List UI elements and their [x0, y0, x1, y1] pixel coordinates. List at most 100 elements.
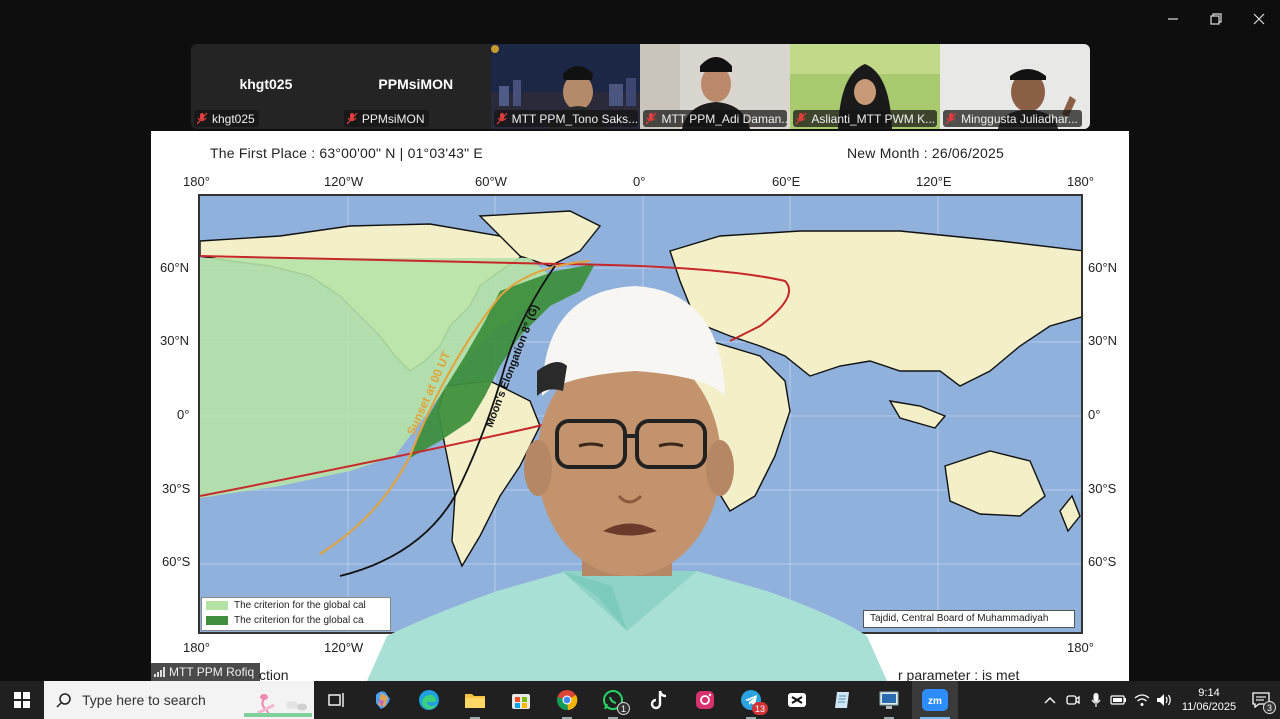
legend-text: The criterion for the global ca	[234, 615, 364, 626]
active-speaker-name: MTT PPM Rofiq	[169, 665, 255, 679]
lat-tick: 60°S	[1088, 554, 1117, 569]
chevron-up-icon[interactable]	[1038, 681, 1061, 719]
mic-muted-icon	[496, 112, 508, 125]
lon-tick: 60°W	[475, 174, 507, 189]
mic-muted-icon	[945, 112, 957, 125]
chrome-icon[interactable]	[544, 681, 590, 719]
participant-strip: khgt025 khgt025 PPMsiMON PPMsiMON MTT PP…	[191, 44, 1090, 129]
participant-tile[interactable]: MTT PPM_Tono Saks...	[490, 44, 641, 129]
close-icon[interactable]	[1237, 6, 1280, 32]
participant-name: MTT PPM_Adi Daman...	[661, 111, 788, 126]
participant-label: khgt025	[194, 110, 259, 127]
notification-center-icon[interactable]: 3	[1242, 681, 1280, 719]
search-highlight-image	[244, 694, 312, 717]
taskbar-search[interactable]: Type here to search	[44, 681, 314, 719]
capcut-icon[interactable]	[774, 681, 820, 719]
battery-icon[interactable]	[1107, 681, 1130, 719]
participant-name: MTT PPM_Tono Saks...	[511, 111, 638, 126]
shared-screen: The First Place : 63°00'00" N | 01°03'43…	[151, 131, 1129, 681]
legend-item: The criterion for the global cal	[202, 598, 390, 613]
start-button[interactable]	[0, 681, 44, 719]
task-view-icon[interactable]	[314, 681, 360, 719]
legend-item: The criterion for the global ca	[202, 613, 390, 628]
participant-name: PPMsiMON	[361, 111, 425, 126]
participant-display-name: PPMsiMON	[378, 76, 454, 92]
search-icon	[56, 693, 71, 708]
lat-tick: 30°N	[1088, 333, 1118, 348]
first-place-text: The First Place : 63°00'00" N | 01°03'43…	[210, 145, 483, 161]
lat-tick: 60°S	[162, 554, 191, 569]
wifi-icon[interactable]	[1130, 681, 1153, 719]
mic-muted-icon	[646, 112, 657, 125]
participant-name: khgt025	[212, 111, 255, 126]
participant-tile[interactable]: Aslianti_MTT PWM K...	[790, 44, 941, 129]
search-placeholder: Type here to search	[82, 692, 206, 708]
tiktok-icon[interactable]	[636, 681, 682, 719]
participant-name: Aslianti_MTT PWM K...	[811, 111, 936, 126]
lat-tick: 30°N	[160, 333, 190, 348]
active-speaker-label: MTT PPM Rofiq	[151, 663, 261, 681]
participant-name: Minggusta Juliadhar...	[961, 111, 1078, 126]
taskbar-clock[interactable]: 9:14 11/06/2025	[1176, 686, 1242, 714]
lat-tick: 60°N	[1088, 260, 1118, 275]
lat-tick: 60°N	[160, 260, 190, 275]
restore-icon[interactable]	[1194, 6, 1237, 32]
meet-now-icon[interactable]	[1061, 681, 1084, 719]
lat-tick: 0°	[177, 407, 190, 422]
participant-label: MTT PPM_Adi Daman...	[643, 110, 788, 127]
mic-muted-icon	[196, 112, 208, 125]
lat-tick: 30°S	[1088, 481, 1117, 496]
new-month-text: New Month : 26/06/2025	[847, 145, 1004, 161]
mic-muted-icon	[795, 112, 807, 125]
svg-text:zm: zm	[928, 696, 942, 707]
telegram-icon[interactable]: 13	[728, 681, 774, 719]
clock-date: 11/06/2025	[1181, 701, 1237, 713]
legend-text: The criterion for the global cal	[234, 600, 366, 611]
lat-tick: 30°S	[162, 481, 191, 496]
file-explorer-icon[interactable]	[452, 681, 498, 719]
lon-tick: 60°E	[772, 174, 801, 189]
whatsapp-icon[interactable]: 1	[590, 681, 636, 719]
participant-label: MTT PPM_Tono Saks...	[493, 110, 638, 127]
lon-tick: 120°W	[324, 174, 364, 189]
map-legend: The criterion for the global cal The cri…	[201, 597, 391, 631]
participant-tile[interactable]: MTT PPM_Adi Daman...	[640, 44, 791, 129]
telegram-badge: 13	[751, 702, 768, 715]
participant-label: Minggusta Juliadhar...	[943, 110, 1082, 127]
lon-tick: 180°	[183, 640, 210, 655]
map-credit: Tajdid, Central Board of Muhammadiyah	[863, 610, 1075, 628]
participant-label: Aslianti_MTT PWM K...	[793, 110, 938, 127]
participant-tile[interactable]: PPMsiMON PPMsiMON	[340, 44, 491, 129]
volume-icon[interactable]	[1153, 681, 1176, 719]
legend-swatch	[206, 616, 228, 625]
lon-tick: 180°	[183, 174, 210, 189]
minimize-icon[interactable]	[1151, 6, 1194, 32]
taskbar: Type here to search 1 13 zm 9:14 11/06/2…	[0, 681, 1280, 719]
active-speaker-video	[367, 286, 887, 681]
mic-muted-icon	[346, 112, 358, 125]
lon-tick: 0°	[633, 174, 646, 189]
remote-desktop-icon[interactable]	[866, 681, 912, 719]
caption-left: ction	[259, 667, 289, 681]
microsoft-store-icon[interactable]	[498, 681, 544, 719]
participant-tile[interactable]: Minggusta Juliadhar...	[940, 44, 1090, 129]
participant-tile[interactable]: khgt025 khgt025	[191, 44, 341, 129]
clock-time: 9:14	[1198, 687, 1220, 699]
whatsapp-badge: 1	[617, 702, 630, 715]
window-controls	[1151, 6, 1280, 32]
instagram-icon[interactable]	[682, 681, 728, 719]
edge-icon[interactable]	[406, 681, 452, 719]
legend-swatch	[206, 601, 228, 610]
lat-tick: 0°	[1088, 407, 1101, 422]
caption-right: r parameter : is met	[898, 667, 1020, 681]
lon-tick: 120°W	[324, 640, 364, 655]
lon-tick: 180°	[1067, 640, 1094, 655]
notepad-icon[interactable]	[820, 681, 866, 719]
copilot-icon[interactable]	[360, 681, 406, 719]
notification-count: 3	[1263, 701, 1276, 714]
zoom-icon[interactable]: zm	[912, 681, 958, 719]
microphone-icon[interactable]	[1084, 681, 1107, 719]
signal-strength-icon	[154, 667, 165, 677]
lon-tick: 180°	[1067, 174, 1094, 189]
system-tray: 9:14 11/06/2025 3	[1038, 681, 1280, 719]
